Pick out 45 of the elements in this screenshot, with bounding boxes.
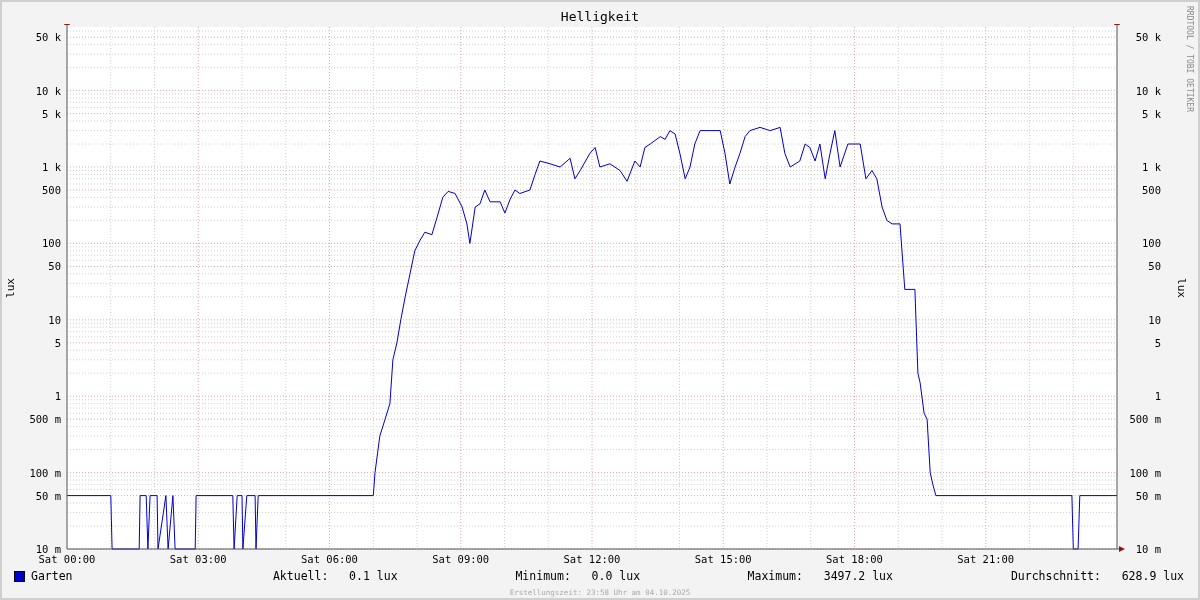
y-tick-label: 10 k <box>1135 84 1161 97</box>
y-tick-label: 5 k <box>42 107 61 120</box>
x-tick-label: Sat 21:00 <box>957 553 1015 565</box>
y-tick-label: 50 m <box>35 489 61 502</box>
y-tick-label: 500 m <box>1129 413 1161 426</box>
y-tick-label: 50 k <box>35 31 61 44</box>
x-tick-label: Sat 03:00 <box>169 553 227 565</box>
x-tick-label: Sat 09:00 <box>432 553 490 565</box>
y-tick-label: 50 <box>48 260 61 273</box>
y-tick-label: 100 <box>1142 237 1161 250</box>
y-tick-label: 5 <box>54 336 61 349</box>
y-axis-label: lux <box>4 278 17 298</box>
y-tick-label: 5 <box>1154 336 1161 349</box>
y-tick-label: 100 m <box>29 466 61 479</box>
y-tick-label: 50 m <box>1135 489 1161 502</box>
y-tick-label: 500 <box>42 184 61 196</box>
x-tick-label: Sat 15:00 <box>694 553 752 565</box>
legend-stat: Durchschnitt: 628.9 lux <box>1009 569 1184 583</box>
y-tick-label: 5 k <box>1142 107 1161 120</box>
y-tick-label: 1 <box>54 390 61 403</box>
y-tick-label: 500 m <box>29 413 61 426</box>
y-tick-label: 10 <box>48 313 61 326</box>
y-tick-label: 1 k <box>1142 161 1161 173</box>
y-tick-label: 50 <box>1148 260 1161 273</box>
y-tick-label: 1 <box>1154 390 1161 403</box>
x-tick-label: Sat 06:00 <box>301 553 358 565</box>
legend-label: Garten <box>31 569 73 583</box>
y-tick-label: 10 m <box>1135 543 1161 555</box>
y-tick-label: 10 <box>1148 313 1161 326</box>
chart-title: Helligkeit <box>560 9 640 24</box>
legend-stat: Minimum: 0.0 lux <box>514 569 642 583</box>
y-tick-label: 1 k <box>42 161 61 173</box>
y-tick-label: 500 <box>1142 184 1161 196</box>
x-tick-label: Sat 18:00 <box>826 553 883 565</box>
y-tick-label: 50 k <box>1135 31 1161 44</box>
branding-text: RRDTOOL / TOBI OETIKER <box>1184 6 1194 112</box>
legend-stat: Maximum: 3497.2 lux <box>746 569 894 583</box>
y-axis-label: lux <box>1175 278 1188 298</box>
legend-stat: Aktuell: 0.1 lux <box>271 569 399 583</box>
x-tick-label: Sat 00:00 <box>38 553 96 565</box>
y-tick-label: 100 <box>42 237 61 250</box>
y-tick-label: 100 m <box>1129 466 1161 479</box>
x-tick-label: Sat 12:00 <box>563 553 621 565</box>
y-tick-label: 10 k <box>35 84 61 97</box>
y-tick-label: 10 m <box>35 543 61 555</box>
